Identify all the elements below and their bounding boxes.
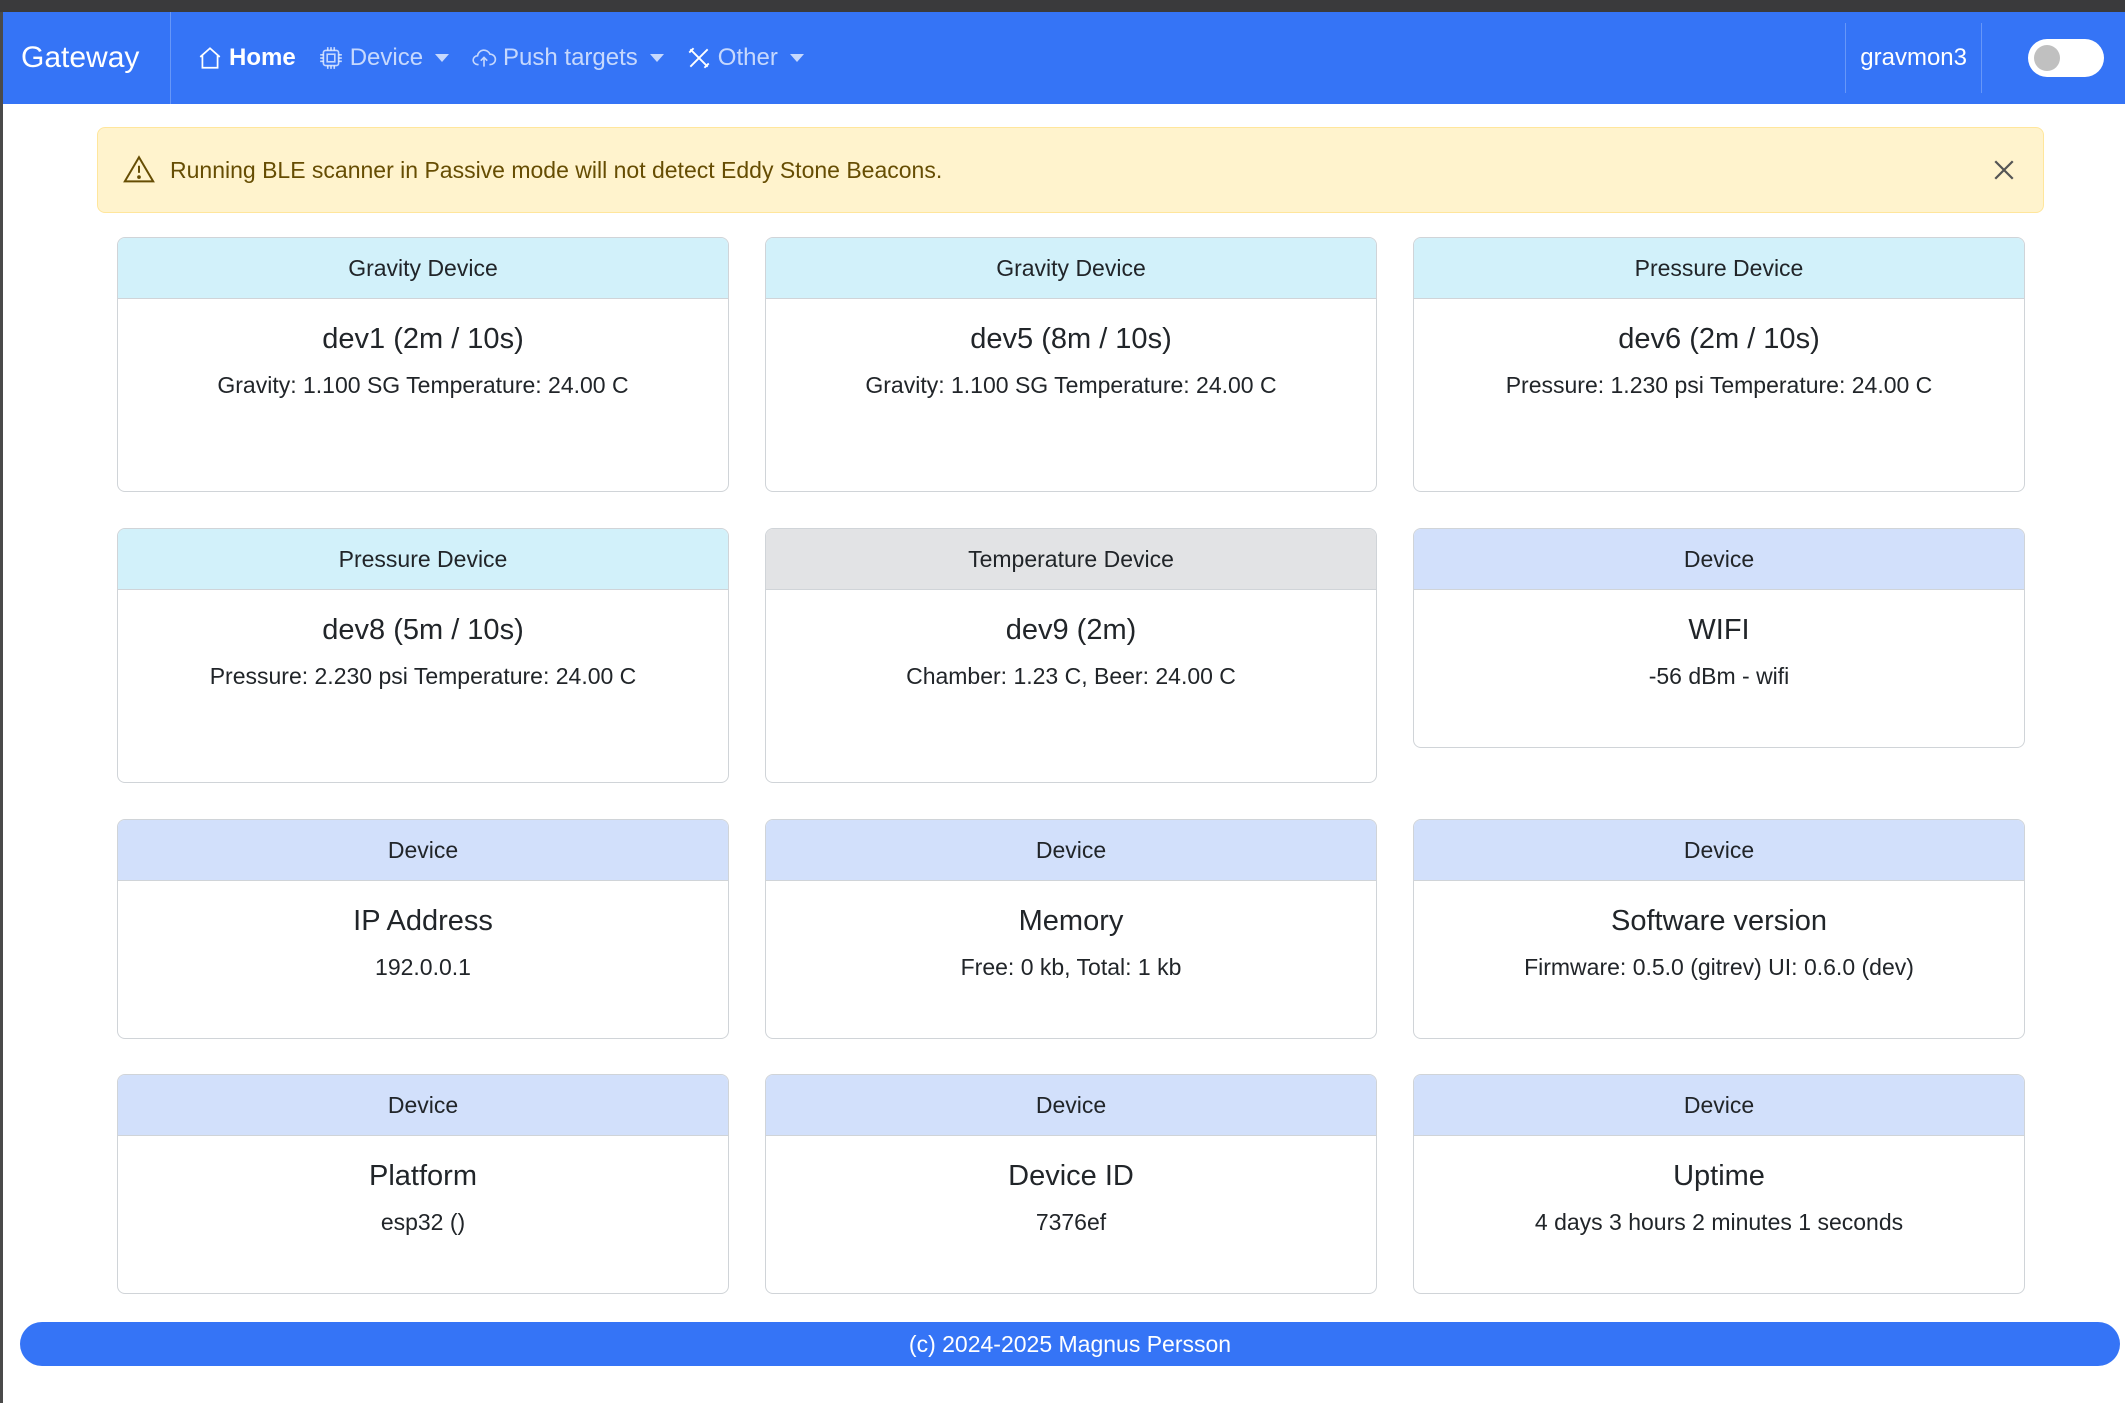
nav-push-targets-label: Push targets	[503, 44, 638, 71]
card-header: Gravity Device	[118, 238, 728, 299]
card-text: Gravity: 1.100 SG Temperature: 24.00 C	[865, 372, 1277, 398]
nav-other-dropdown[interactable]: Other	[686, 44, 804, 72]
hostname-label: gravmon3	[1845, 23, 1982, 93]
card-header: Gravity Device	[766, 238, 1376, 299]
card-text: Pressure: 1.230 psi Temperature: 24.00 C	[1505, 372, 1933, 398]
nav-home-label: Home	[229, 44, 296, 71]
tools-icon	[688, 47, 710, 69]
device-card: Temperature Device dev9 (2m) Chamber: 1.…	[765, 528, 1377, 783]
card-title: dev8 (5m / 10s)	[322, 614, 524, 646]
toggle-knob	[2034, 45, 2060, 71]
cpu-icon	[319, 47, 342, 69]
card-title: Memory	[1018, 905, 1124, 937]
card-header: Device	[766, 1075, 1376, 1136]
device-card: Gravity Device dev5 (8m / 10s) Gravity: …	[765, 237, 1377, 492]
card-title: Platform	[369, 1160, 477, 1192]
footer: (c) 2024-2025 Magnus Persson	[20, 1322, 2120, 1366]
card-text: esp32 ()	[380, 1209, 466, 1235]
card-header: Device	[766, 820, 1376, 881]
navbar: Gateway Home Device Push targets Other g…	[3, 12, 2125, 104]
close-icon[interactable]	[1989, 155, 2019, 185]
card-title: Software version	[1611, 905, 1827, 937]
nav-device-dropdown[interactable]: Device	[318, 44, 450, 72]
card-text: -56 dBm - wifi	[1648, 663, 1790, 689]
device-card: Pressure Device dev8 (5m / 10s) Pressure…	[117, 528, 729, 783]
card-text: Firmware: 0.5.0 (gitrev) UI: 0.6.0 (dev)	[1524, 954, 1914, 980]
footer-copyright: (c) 2024-2025 Magnus Persson	[908, 1330, 1232, 1357]
card-title: dev5 (8m / 10s)	[970, 323, 1172, 355]
card-title: dev6 (2m / 10s)	[1618, 323, 1820, 355]
card-header: Device	[1414, 1075, 2024, 1136]
card-header: Device	[118, 820, 728, 881]
warning-alert: Running BLE scanner in Passive mode will…	[97, 127, 2044, 213]
nav-push-targets-dropdown[interactable]: Push targets	[471, 44, 664, 72]
card-text: Chamber: 1.23 C, Beer: 24.00 C	[906, 663, 1236, 689]
warning-triangle-icon	[123, 155, 155, 183]
main-nav: Home Device Push targets Other	[197, 44, 826, 72]
card-text: 7376ef	[1035, 1209, 1107, 1235]
card-header: Temperature Device	[766, 529, 1376, 590]
system-card-wifi: Device WIFI -56 dBm - wifi	[1413, 528, 2025, 748]
system-card-software: Device Software version Firmware: 0.5.0 …	[1413, 819, 2025, 1039]
card-header: Device	[1414, 529, 2024, 590]
card-text: Gravity: 1.100 SG Temperature: 24.00 C	[217, 372, 629, 398]
system-card-memory: Device Memory Free: 0 kb, Total: 1 kb	[765, 819, 1377, 1039]
system-card-uptime: Device Uptime 4 days 3 hours 2 minutes 1…	[1413, 1074, 2025, 1294]
card-title: Device ID	[1008, 1160, 1134, 1192]
cloud-upload-icon	[472, 49, 497, 67]
device-card: Gravity Device dev1 (2m / 10s) Gravity: …	[117, 237, 729, 492]
theme-toggle-switch[interactable]	[2028, 39, 2104, 77]
card-header: Device	[1414, 820, 2024, 881]
card-title: Uptime	[1673, 1160, 1765, 1192]
system-card-platform: Device Platform esp32 ()	[117, 1074, 729, 1294]
nav-device-label: Device	[349, 44, 424, 71]
card-title: WIFI	[1688, 614, 1750, 646]
card-text: 192.0.0.1	[375, 954, 471, 980]
nav-other-label: Other	[717, 44, 778, 71]
brand-link[interactable]: Gateway	[3, 12, 171, 104]
card-title: dev1 (2m / 10s)	[322, 323, 524, 355]
card-title: IP Address	[353, 905, 493, 937]
card-header: Pressure Device	[118, 529, 728, 590]
app-window: Gateway Home Device Push targets Other g…	[0, 12, 2125, 1403]
card-header: Pressure Device	[1414, 238, 2024, 299]
card-text: Free: 0 kb, Total: 1 kb	[960, 954, 1182, 980]
device-card: Pressure Device dev6 (2m / 10s) Pressure…	[1413, 237, 2025, 492]
navbar-right: gravmon3	[1845, 12, 2125, 104]
chevron-down-icon	[435, 54, 450, 62]
house-icon	[199, 47, 221, 69]
card-title: dev9 (2m)	[1005, 614, 1137, 646]
system-card-ip: Device IP Address 192.0.0.1	[117, 819, 729, 1039]
chevron-down-icon	[789, 54, 804, 62]
card-text: Pressure: 2.230 psi Temperature: 24.00 C	[209, 663, 637, 689]
system-card-device-id: Device Device ID 7376ef	[765, 1074, 1377, 1294]
chevron-down-icon	[649, 54, 664, 62]
card-header: Device	[118, 1075, 728, 1136]
nav-home[interactable]: Home	[197, 44, 296, 72]
alert-message: Running BLE scanner in Passive mode will…	[170, 156, 943, 183]
card-text: 4 days 3 hours 2 minutes 1 seconds	[1534, 1209, 1904, 1235]
